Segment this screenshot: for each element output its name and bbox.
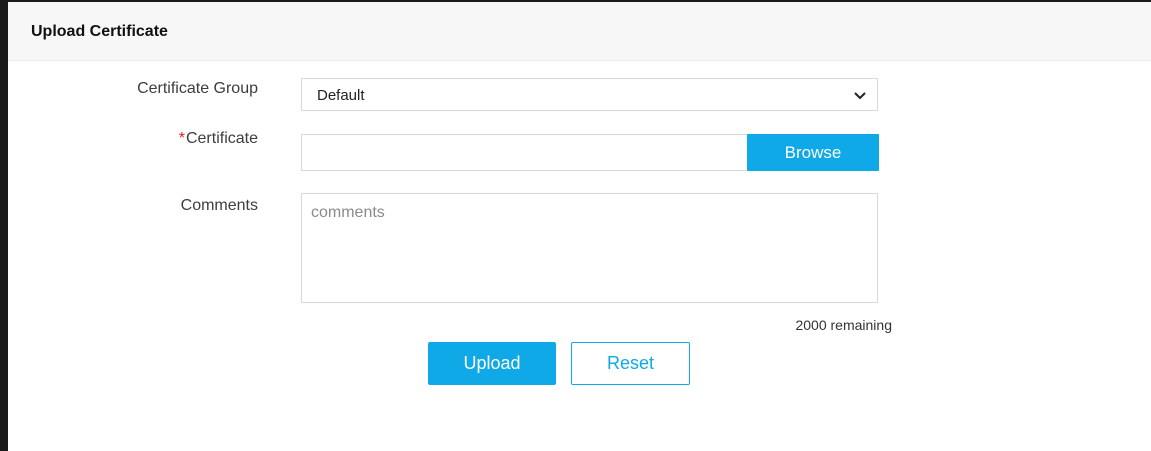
certificate-file-field[interactable] xyxy=(301,134,748,171)
certificate-group-label: Certificate Group xyxy=(58,80,258,98)
certificate-group-selected-value: Default xyxy=(317,87,365,104)
certificate-group-select[interactable]: Default xyxy=(301,78,878,111)
panel-header: Upload Certificate xyxy=(8,2,1151,60)
reset-button[interactable]: Reset xyxy=(571,342,690,385)
page-title: Upload Certificate xyxy=(31,23,168,40)
upload-button[interactable]: Upload xyxy=(428,342,556,385)
comments-label-text: Comments xyxy=(180,197,258,214)
required-asterisk: * xyxy=(178,130,185,147)
certificate-label-text: Certificate xyxy=(185,130,258,147)
chevron-down-icon xyxy=(854,92,866,100)
comments-label: Comments xyxy=(58,197,258,215)
certificate-label: *Certificate xyxy=(58,130,258,148)
comments-placeholder: comments xyxy=(311,204,385,221)
browse-button[interactable]: Browse xyxy=(747,134,879,171)
header-divider xyxy=(8,60,1151,61)
certificate-group-label-text: Certificate Group xyxy=(137,80,258,97)
comments-textarea[interactable]: comments xyxy=(301,193,878,303)
comments-remaining-count: 2000 remaining xyxy=(795,317,892,333)
